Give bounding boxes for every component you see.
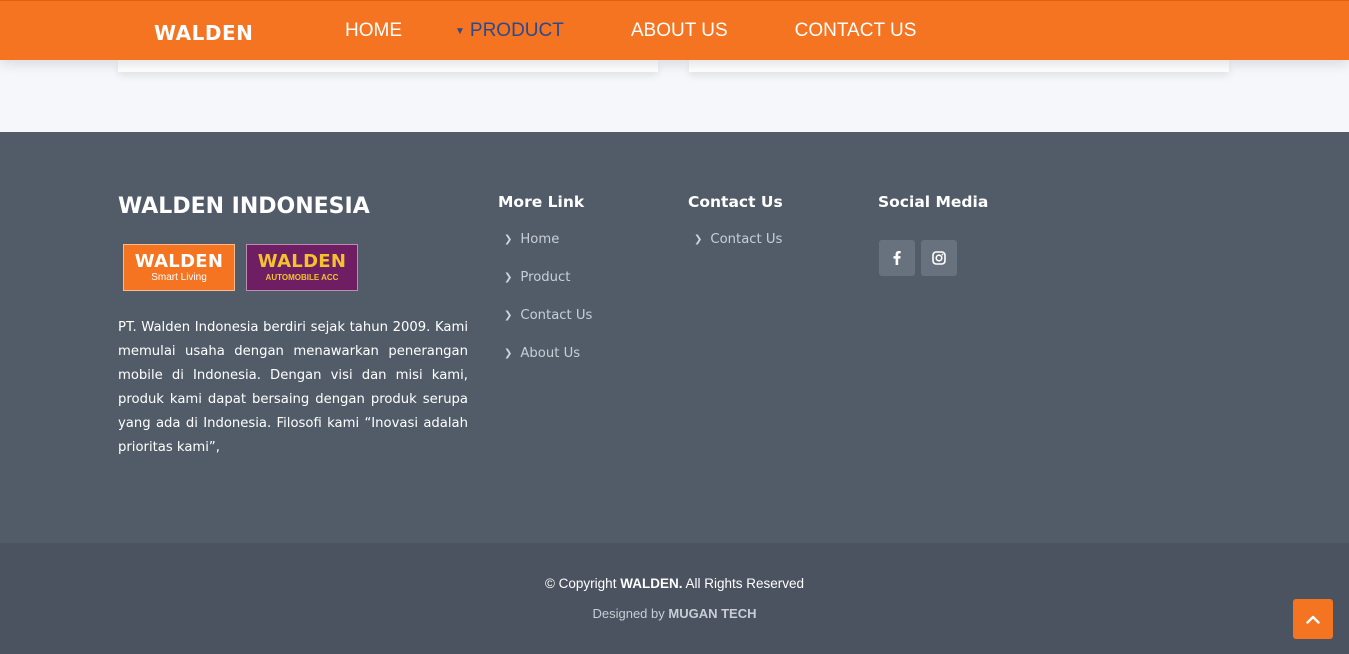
footer-link-product[interactable]: ❯ Product xyxy=(504,270,592,308)
chevron-down-icon: ▼ xyxy=(455,25,465,37)
chevron-right-icon: ❯ xyxy=(504,310,513,321)
footer-link-about-us[interactable]: ❯ About Us xyxy=(504,346,592,384)
chevron-up-icon xyxy=(1306,615,1320,624)
logo-main-text: WALDEN xyxy=(134,250,224,272)
nav-home-label: HOME xyxy=(345,20,402,41)
more-link-title: More Link xyxy=(498,193,585,211)
nav-product[interactable]: ▼ PRODUCT xyxy=(455,20,564,42)
walden-smart-living-logo: WALDEN Smart Living xyxy=(123,244,235,291)
instagram-button[interactable] xyxy=(921,240,957,276)
copyright-bar: © Copyright WALDEN. All Rights Reserved … xyxy=(0,543,1349,654)
main-nav: HOME ▼ PRODUCT ABOUT US CONTACT US xyxy=(345,1,983,61)
footer-link-home[interactable]: ❯ Home xyxy=(504,232,592,270)
logo-main-text: WALDEN xyxy=(257,250,347,272)
contact-us-title: Contact Us xyxy=(688,193,783,211)
nav-contact-us[interactable]: CONTACT US xyxy=(795,20,917,42)
copyright-prefix: © Copyright xyxy=(544,576,617,591)
footer-brand-title: WALDEN INDONESIA xyxy=(118,194,370,219)
designed-prefix: Designed by xyxy=(592,606,665,621)
contact-link-list: ❯ Contact Us xyxy=(694,232,782,270)
nav-home[interactable]: HOME xyxy=(345,20,402,42)
footer-link-label: About Us xyxy=(520,346,581,361)
chevron-right-icon: ❯ xyxy=(504,348,513,359)
logo-sub-text: Smart Living xyxy=(151,271,207,283)
back-to-top-button[interactable] xyxy=(1293,599,1333,639)
social-buttons xyxy=(879,240,963,276)
footer-link-contact[interactable]: ❯ Contact Us xyxy=(694,232,782,270)
copyright-suffix: All Rights Reserved xyxy=(685,576,805,591)
logo-sub-text: AUTOMOBILE ACC xyxy=(265,272,339,282)
nav-about-label: ABOUT US xyxy=(630,20,728,41)
copyright-brand: WALDEN. xyxy=(620,576,683,591)
nav-about-us[interactable]: ABOUT US xyxy=(631,20,728,42)
designer-name[interactable]: MUGAN TECH xyxy=(668,606,756,621)
facebook-icon xyxy=(893,251,901,265)
walden-automobile-logo: WALDEN AUTOMOBILE ACC xyxy=(246,244,358,291)
footer-link-contact-us[interactable]: ❯ Contact Us xyxy=(504,308,592,346)
chevron-right-icon: ❯ xyxy=(504,234,513,245)
facebook-button[interactable] xyxy=(879,240,915,276)
content-card xyxy=(118,60,658,72)
company-description: PT. Walden Indonesia berdiri sejak tahun… xyxy=(118,320,468,455)
footer: WALDEN INDONESIA WALDEN Smart Living WAL… xyxy=(0,132,1349,543)
site-logo[interactable]: WALDEN xyxy=(154,21,253,45)
footer-link-label: Home xyxy=(520,232,560,247)
instagram-icon xyxy=(932,251,946,265)
content-area xyxy=(0,60,1349,132)
copyright-text: © Copyright WALDEN. All Rights Reserved xyxy=(0,576,1349,591)
footer-link-label: Product xyxy=(520,270,571,285)
footer-link-label: Contact Us xyxy=(710,232,783,247)
chevron-right-icon: ❯ xyxy=(694,234,703,245)
nav-product-label: PRODUCT xyxy=(469,20,564,41)
nav-contact-label: CONTACT US xyxy=(794,20,917,41)
social-media-title: Social Media xyxy=(878,193,989,211)
content-card xyxy=(689,60,1229,72)
more-link-list: ❯ Home ❯ Product ❯ Contact Us ❯ About Us xyxy=(504,232,592,384)
chevron-right-icon: ❯ xyxy=(504,272,513,283)
designed-by-text: Designed by MUGAN TECH xyxy=(0,606,1349,621)
footer-link-label: Contact Us xyxy=(520,308,593,323)
site-header: WALDEN HOME ▼ PRODUCT ABOUT US CONTACT US xyxy=(0,0,1349,60)
